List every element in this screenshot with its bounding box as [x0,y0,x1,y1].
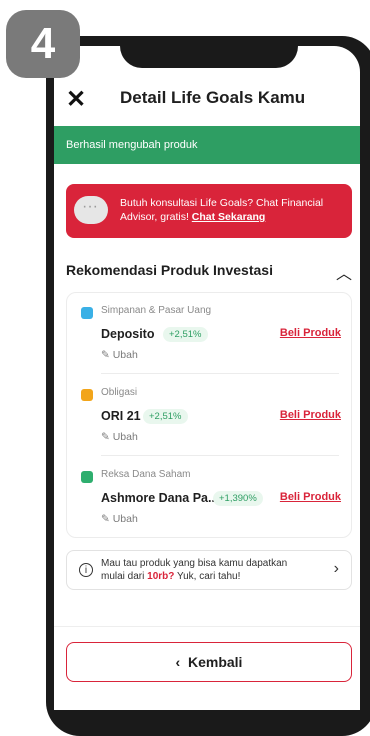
product-name: ORI 21 [101,409,141,423]
edit-icon: ✎ [101,513,113,525]
chat-bubble-icon [74,196,108,224]
edit-icon: ✎ [101,349,113,361]
consultation-text: Butuh konsultasi Life Goals? Chat Financ… [120,196,344,224]
divider [101,373,339,374]
app-screen: ✕ Detail Life Goals Kamu Berhasil mengub… [54,46,360,710]
product-category: Reksa Dana Saham [101,469,191,480]
product-name: Deposito [101,327,155,341]
back-button-label: Kembali [187,654,243,670]
consultation-banner[interactable]: Butuh konsultasi Life Goals? Chat Financ… [66,184,352,238]
edit-label: Ubah [112,513,138,525]
buy-product-link[interactable]: Beli Produk [280,409,341,421]
product-category: Obligasi [101,387,138,398]
page-header: ✕ Detail Life Goals Kamu [54,82,360,124]
product-name: Ashmore Dana Pa... [101,491,219,505]
discover-highlight: 10rb? [147,571,175,582]
close-icon[interactable]: ✕ [66,88,86,112]
info-icon: i [79,563,93,577]
step-number: 4 [30,19,56,68]
step-badge: 4 [6,10,80,78]
product-item: Simpanan & Pasar Uang Deposito +2,51% Be… [67,293,353,373]
product-list-card: Simpanan & Pasar Uang Deposito +2,51% Be… [66,292,352,538]
edit-product-button[interactable]: ✎ Ubah [101,431,138,443]
buy-product-link[interactable]: Beli Produk [280,491,341,503]
section-title: Rekomendasi Produk Investasi [66,262,273,278]
product-return-badge: +2,51% [163,327,208,342]
success-toast: Berhasil mengubah produk [54,126,360,164]
product-item: Reksa Dana Saham Ashmore Dana Pa... +1,3… [67,457,353,537]
edit-label: Ubah [112,431,138,443]
chevron-up-icon[interactable]: ︿ [336,260,352,284]
edit-icon: ✎ [101,431,113,443]
chevron-left-icon: ‹ [175,654,188,670]
discover-text: Mau tau produk yang bisa kamu dapatkan m… [101,557,311,583]
footer-divider [54,626,360,627]
discover-line1: Mau tau produk yang bisa kamu dapatkan [101,558,288,569]
divider [101,455,339,456]
product-return-badge: +1,390% [213,491,263,506]
chevron-right-icon: › [333,560,339,577]
category-color-icon [81,389,93,401]
product-item: Obligasi ORI 21 +2,51% Beli Produk ✎ Uba… [67,375,353,455]
edit-label: Ubah [112,349,138,361]
category-color-icon [81,471,93,483]
back-button[interactable]: ‹ Kembali [66,642,352,682]
discover-line2-prefix: mulai dari [101,571,145,582]
chat-now-link[interactable]: Chat Sekarang [192,211,266,223]
product-category: Simpanan & Pasar Uang [101,305,212,316]
edit-product-button[interactable]: ✎ Ubah [101,349,138,361]
phone-notch [120,36,298,68]
category-color-icon [81,307,93,319]
product-return-badge: +2,51% [143,409,188,424]
buy-product-link[interactable]: Beli Produk [280,327,341,339]
discover-line2-suffix: Yuk, cari tahu! [176,571,241,582]
discover-products-card[interactable]: i Mau tau produk yang bisa kamu dapatkan… [66,550,352,590]
edit-product-button[interactable]: ✎ Ubah [101,513,138,525]
page-title: Detail Life Goals Kamu [120,88,306,107]
